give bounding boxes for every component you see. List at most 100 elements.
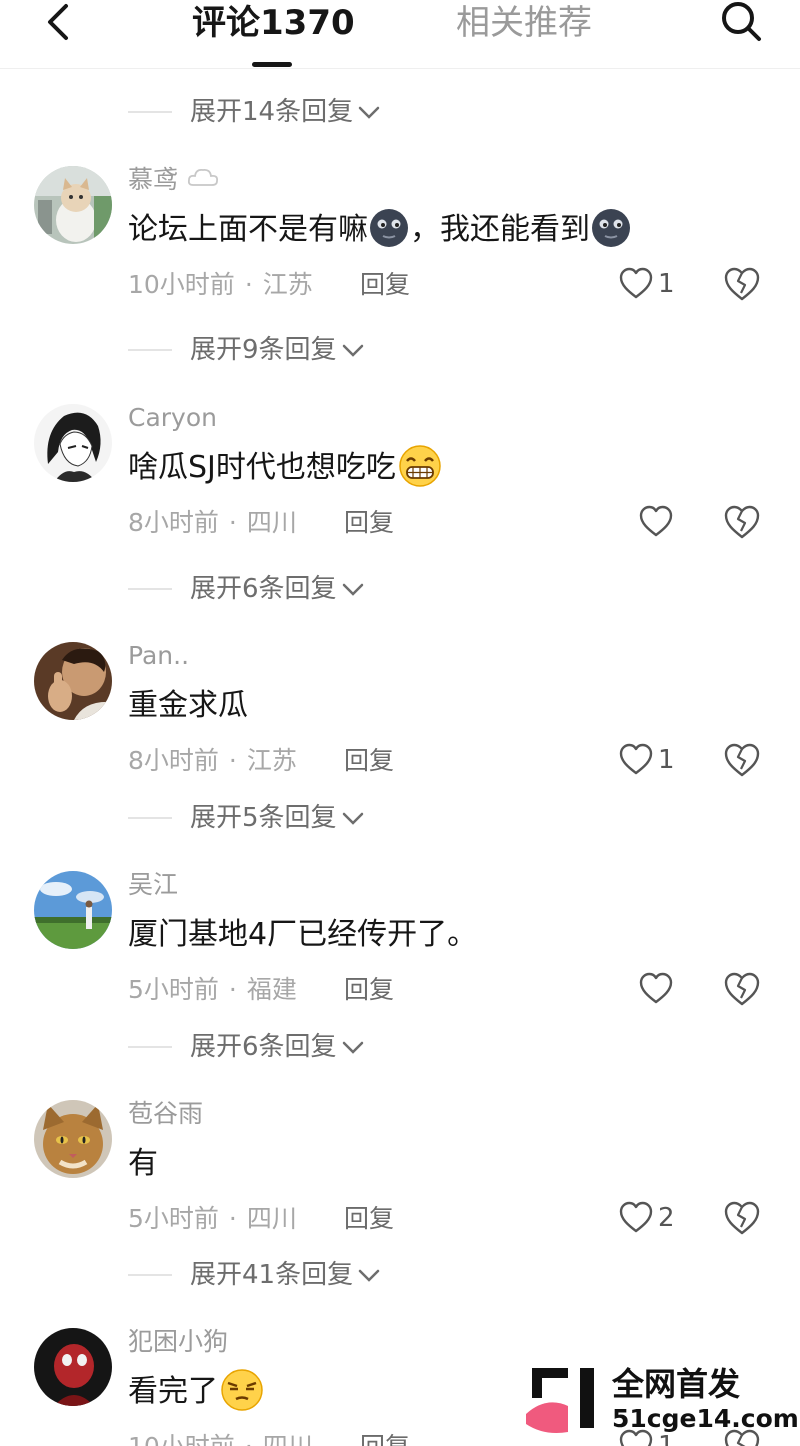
like-count: 2 — [658, 1203, 675, 1233]
expand-replies-label: 展开41条回复 — [190, 1260, 354, 1290]
expand-replies-row[interactable]: 展开6条回复 — [128, 1027, 488, 1067]
search-button[interactable] — [714, 0, 766, 46]
search-icon — [722, 2, 761, 41]
divider — [128, 588, 172, 590]
watermark-logo-icon — [526, 1368, 594, 1433]
expand-replies-label: 展开6条回复 — [190, 574, 337, 604]
expand-replies-label: 展开14条回复 — [190, 97, 354, 127]
comment-text: 啥瓜SJ时代也想吃吃 — [128, 444, 444, 492]
comment-username[interactable]: 犯困小狗 — [128, 1328, 228, 1362]
chevron-down-icon — [342, 583, 363, 596]
comment-meta: 10小时前·四川 — [128, 1428, 313, 1446]
comment-text: 有 — [128, 1146, 158, 1181]
grinning-face-emoji-icon — [399, 444, 441, 487]
dislike-button[interactable] — [722, 969, 762, 1009]
broken-heart-icon — [724, 972, 760, 1006]
comment-meta: 5小时前 · 四川 — [128, 1204, 297, 1233]
heart-outline-icon — [619, 743, 653, 775]
dark-moon-face-emoji-icon — [370, 208, 408, 247]
comment-item: Pan.. 重金求瓜 8小时前 · 江苏 回复 1 — [0, 641, 800, 792]
expand-replies-row[interactable]: 展开9条回复 — [128, 330, 488, 370]
divider — [128, 1274, 172, 1276]
expand-replies-label: 展开5条回复 — [190, 803, 337, 833]
comment-username[interactable]: 苞谷雨 — [128, 1094, 203, 1134]
comment-item: Caryon 啥瓜SJ时代也想吃吃 8小时前 · 四川 回复 — [0, 403, 800, 554]
avatar[interactable] — [34, 166, 112, 244]
avatar[interactable] — [34, 871, 112, 949]
cloud-badge-icon — [187, 168, 218, 186]
comment-meta: 8小时前 · 四川 — [128, 508, 297, 537]
reply-button[interactable]: 回复 — [344, 742, 394, 780]
dislike-button[interactable] — [722, 1198, 762, 1238]
avatar[interactable] — [34, 1100, 112, 1178]
divider — [128, 349, 172, 351]
comment-meta: 5小时前 · 福建 — [128, 975, 297, 1004]
broken-heart-icon — [724, 505, 760, 539]
expand-replies-row[interactable]: 展开41条回复 — [128, 1255, 488, 1295]
divider — [128, 1046, 172, 1048]
like-count: 1 — [658, 745, 675, 775]
broken-heart-icon — [724, 743, 760, 777]
reply-button[interactable]: 回复 — [344, 1200, 394, 1238]
reply-button[interactable]: 回复 — [360, 266, 410, 304]
avatar[interactable] — [34, 1328, 112, 1406]
expand-replies-row[interactable]: 展开14条回复 — [128, 92, 488, 132]
dark-moon-face-emoji-icon — [592, 208, 630, 247]
like-count: 1 — [658, 269, 675, 299]
avatar-landscape-image — [34, 871, 112, 949]
active-tab-indicator — [252, 62, 292, 67]
avatar[interactable] — [34, 404, 112, 482]
expand-replies-label: 展开9条回复 — [190, 335, 337, 365]
comment-username[interactable]: Pan.. — [128, 636, 189, 676]
like-button[interactable]: 1 — [618, 262, 678, 306]
comment-text: 看完了 — [128, 1368, 266, 1416]
avatar-cat-image — [34, 166, 112, 244]
comment-text: 重金求瓜 — [128, 688, 248, 723]
site-watermark: 全网首发 51cge14.com — [520, 1356, 800, 1446]
reply-button[interactable]: 回复 — [344, 504, 394, 542]
avatar-anime-man-image — [34, 404, 112, 482]
chevron-down-icon — [342, 812, 363, 825]
expand-replies-row[interactable]: 展开6条回复 — [128, 569, 488, 609]
heart-outline-icon — [639, 972, 673, 1004]
avatar-photo-image — [34, 642, 112, 720]
divider — [128, 817, 172, 819]
chevron-down-icon — [342, 1041, 363, 1054]
chevron-left-icon — [48, 4, 68, 40]
avatar[interactable] — [34, 642, 112, 720]
watermark-line2: 51cge14.com — [612, 1404, 799, 1433]
like-button[interactable] — [638, 500, 678, 544]
back-button[interactable] — [38, 0, 88, 46]
chevron-down-icon — [342, 344, 363, 357]
like-button[interactable]: 2 — [618, 1196, 678, 1240]
comment-text: 厦门基地4厂已经传开了。 — [128, 917, 478, 952]
comment-username[interactable]: 吴江 — [128, 865, 178, 905]
dislike-button[interactable] — [722, 740, 762, 780]
comment-meta: 10小时前 · 江苏 — [128, 270, 313, 299]
comment-username[interactable]: 慕鸢 — [128, 160, 220, 200]
tab-comments[interactable]: 评论1370 — [192, 2, 355, 44]
dislike-button[interactable] — [722, 502, 762, 542]
comment-item: 慕鸢 论坛上面不是有嘛 ，我还能看到 10小时前 · 江苏 回复 1 — [0, 165, 800, 316]
broken-heart-icon — [724, 267, 760, 301]
broken-heart-icon — [724, 1201, 760, 1235]
dislike-button[interactable] — [722, 264, 762, 304]
watermark-line1: 全网首发 — [612, 1365, 741, 1403]
expand-replies-row[interactable]: 展开5条回复 — [128, 798, 488, 838]
smug-face-emoji-icon — [221, 1368, 263, 1411]
comment-username[interactable]: Caryon — [128, 398, 217, 438]
reply-button[interactable]: 回复 — [344, 971, 394, 1009]
expand-replies-label: 展开6条回复 — [190, 1032, 337, 1062]
comment-text: 论坛上面不是有嘛 ，我还能看到 — [128, 206, 632, 254]
avatar-cat-face-image — [34, 1100, 112, 1178]
comment-meta: 8小时前 · 江苏 — [128, 746, 297, 775]
like-button[interactable]: 1 — [618, 738, 678, 782]
heart-outline-icon — [619, 267, 653, 299]
reply-button[interactable]: 回复 — [360, 1428, 410, 1446]
avatar-dark-image — [34, 1328, 112, 1406]
comment-item: 吴江 厦门基地4厂已经传开了。 5小时前 · 福建 回复 — [0, 870, 800, 1021]
heart-outline-icon — [639, 505, 673, 537]
tab-related[interactable]: 相关推荐 — [456, 2, 592, 44]
comment-item: 苞谷雨 有 5小时前 · 四川 回复 2 — [0, 1099, 800, 1250]
like-button[interactable] — [638, 967, 678, 1011]
